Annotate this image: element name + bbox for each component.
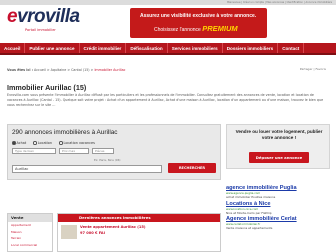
nav-dossiers[interactable]: Dossiers immobiliers: [223, 43, 279, 53]
ad-desc: achat immobilier Pouilles maisons: [226, 195, 276, 199]
logo-e: e: [7, 6, 18, 27]
radio-location[interactable]: Location: [33, 141, 52, 145]
banner-line2: Choisissez l'annonce PREMIUM: [154, 24, 238, 33]
breadcrumb-current: Immobilier Aurillac: [94, 68, 126, 72]
vente-box: Vente Appartement Maison Terrain Local c…: [7, 213, 53, 252]
nav-publier[interactable]: Publier une annonce: [25, 43, 80, 53]
top-links[interactable]: Bienvenue | Créer un compte | Mes annonc…: [227, 0, 332, 5]
city-hint: Ex: Paris, Nice (06): [94, 158, 121, 162]
radio-label: Location vacances: [63, 141, 95, 145]
vente-link[interactable]: Local commercial: [8, 242, 52, 249]
search-title: 290 annonces immobilières à Aurillac: [12, 129, 118, 136]
price-select[interactable]: Prix max: [59, 148, 89, 154]
main-nav: Accueil Publier une annonce Crédit immob…: [0, 43, 336, 55]
nav-services[interactable]: Services immobiliers: [168, 43, 223, 53]
latest-listings: Dernières annonces immobilières Vente ap…: [57, 213, 221, 252]
promo-button[interactable]: Déposer une annonce: [249, 152, 309, 163]
listing-thumbnail[interactable]: [61, 225, 77, 239]
top-strip: Bienvenue | Créer un compte | Mes annonc…: [0, 0, 336, 5]
nav-defiscalisation[interactable]: Défiscalisation: [126, 43, 168, 53]
banner-line1: Assurez une visibilité exclusive à votre…: [140, 13, 257, 19]
ad-item[interactable]: Locations à Nice www.location-nice.com N…: [226, 201, 330, 215]
radio-achat[interactable]: Achat: [12, 141, 26, 145]
listing-price: 97 000 € FAI: [80, 231, 105, 235]
listing-title[interactable]: Vente appartement Aurillac (15): [80, 225, 146, 229]
publish-promo: Vendre ou louer votre logement, publier …: [226, 124, 330, 169]
vente-link[interactable]: Maison: [8, 229, 52, 236]
radio-dot: [12, 141, 16, 145]
search-selects: Type de bien Prix max Pièces: [12, 148, 114, 154]
type-select[interactable]: Type de bien: [12, 148, 56, 154]
breadcrumb-path[interactable]: Accueil > Aquitaine > Cantal (15) >: [34, 68, 94, 72]
intro-text: Evrovilla.com vous présente l'immobilier…: [7, 93, 324, 107]
logo-tagline: Portail immobilier: [25, 28, 56, 32]
transaction-radios: Achat Location Location vacances: [12, 141, 95, 145]
vente-link[interactable]: Appartement: [8, 222, 52, 229]
radio-label: Achat: [16, 141, 27, 145]
ad-desc: Vente maisons et appartements: [226, 226, 273, 230]
latest-header: Dernières annonces immobilières: [58, 214, 220, 222]
breadcrumb: Vous êtes ici : Accueil > Aquitaine > Ca…: [7, 68, 125, 72]
ad-item[interactable]: agence immobilière Puglia www.agence-pug…: [226, 185, 330, 199]
breadcrumb-label: Vous êtes ici :: [7, 68, 33, 72]
ad-item[interactable]: Agence immobilière Cerlat www.cerlat-imm…: [226, 216, 330, 230]
share-links[interactable]: Partager | Favoris: [300, 67, 326, 71]
sponsored-links: agence immobilière Puglia www.agence-pug…: [226, 185, 330, 232]
search-box: 290 annonces immobilières à Aurillac Ach…: [7, 124, 221, 180]
nav-contact[interactable]: Contact: [278, 43, 305, 53]
banner-premium: PREMIUM: [202, 24, 238, 33]
radio-label: Location: [37, 141, 53, 145]
page-title: Immobilier Aurillac (15): [7, 83, 87, 92]
premium-banner[interactable]: Assurez une visibilité exclusive à votre…: [130, 8, 267, 38]
ad-desc: Nice et Monte-Carlo par Flattrip: [226, 210, 272, 215]
city-input[interactable]: Aurillac: [12, 165, 162, 173]
logo-text: vrovilla: [17, 6, 80, 27]
vente-link[interactable]: Terrain: [8, 235, 52, 242]
nav-credit[interactable]: Crédit immobilier: [80, 43, 127, 53]
search-button[interactable]: RECHERCHER: [168, 163, 216, 173]
vente-header: Vente: [8, 214, 52, 222]
banner-line2-prefix: Choisissez l'annonce: [154, 27, 201, 33]
nav-accueil[interactable]: Accueil: [0, 43, 26, 53]
radio-dot: [59, 141, 63, 145]
site-logo[interactable]: evrovilla Portail immobilier: [7, 6, 80, 32]
promo-text: Vendre ou louer votre logement, publier …: [235, 129, 323, 140]
rooms-select[interactable]: Pièces: [92, 148, 114, 154]
radio-location-vacances[interactable]: Location vacances: [59, 141, 95, 145]
radio-dot: [33, 141, 37, 145]
